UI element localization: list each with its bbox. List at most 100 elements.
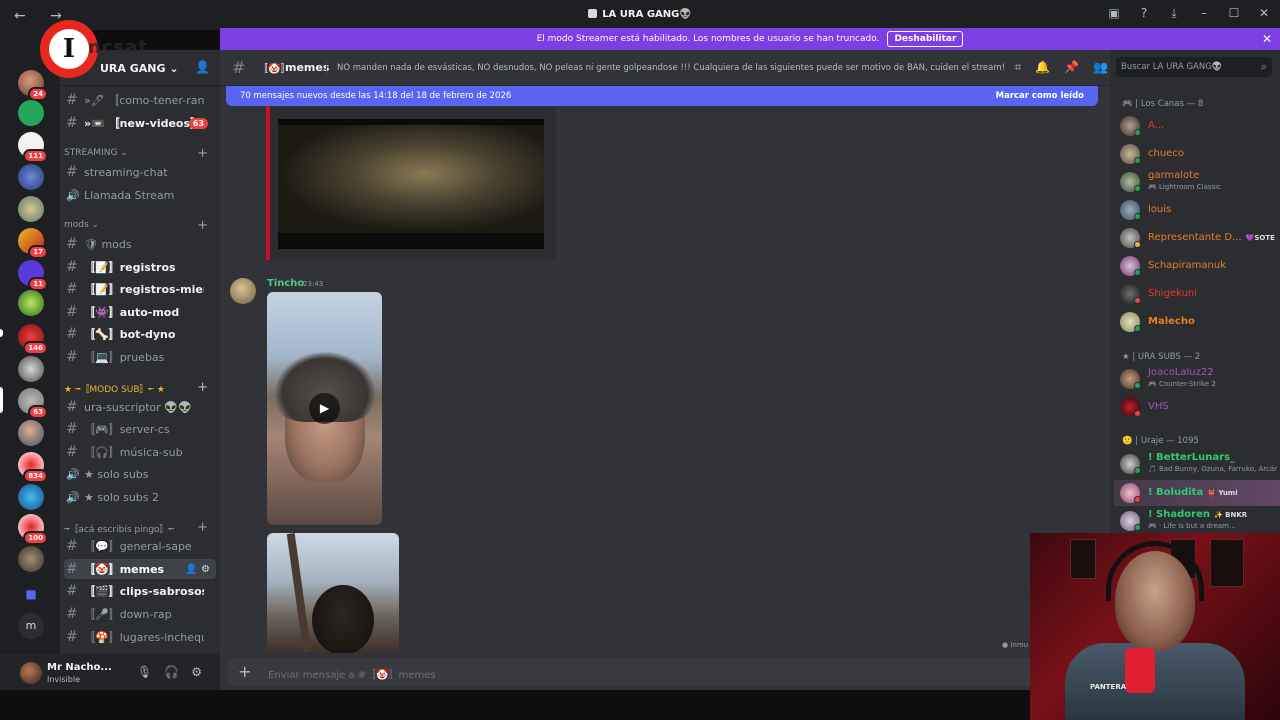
microphone-icon[interactable]: 🎙 xyxy=(137,665,152,679)
member-item[interactable]: ! Boludita 👹 Yumi xyxy=(1114,480,1280,506)
channel-clips-sabrosos[interactable]: ▸#〚🎬〛clips-sabrosos xyxy=(60,581,220,601)
channel-streaming-chat[interactable]: # streaming-chat xyxy=(60,162,220,182)
server-icon[interactable] xyxy=(18,196,44,222)
minimize-icon[interactable]: – xyxy=(1196,6,1212,21)
server-badge: 17 xyxy=(28,245,48,259)
member-name: ! Shadoren ✨ BNKR xyxy=(1148,509,1247,520)
message-input[interactable]: Enviar mensaje a #〚🤡〛memes xyxy=(268,666,436,681)
member-item[interactable]: garmalote 🎮 Lightroom Classic xyxy=(1120,169,1280,195)
member-item[interactable]: ! Shadoren ✨ BNKR 🎮 · Life is but a dream.… xyxy=(1120,508,1280,534)
add-channel-icon[interactable]: + xyxy=(197,146,208,161)
channel-general-sape[interactable]: # 〚💬〛general-sape xyxy=(60,536,220,556)
folder-icon[interactable]: ■ xyxy=(18,581,44,607)
server-icon[interactable] xyxy=(18,100,44,126)
member-item[interactable]: ! BetterLunars_ 🎵 Bad Bunny, Ozuna, Farru… xyxy=(1120,451,1280,477)
voice-channel-llamada-stream[interactable]: 🔊 Llamada Stream xyxy=(60,185,220,205)
user-avatar[interactable] xyxy=(20,662,42,684)
server-icon-selected[interactable]: 63 xyxy=(18,388,48,419)
channel-mods[interactable]: # 🛡 mods xyxy=(60,234,220,254)
server-icon[interactable]: 146 xyxy=(18,324,48,355)
close-window-icon[interactable]: ✕ xyxy=(1256,6,1272,21)
member-item[interactable]: JoacoLaluz22 🎮 Counter-Strike 2 xyxy=(1120,366,1280,392)
member-item[interactable]: Schapiramanuk xyxy=(1120,253,1280,279)
member-item[interactable]: Shigekuni xyxy=(1120,281,1280,307)
server-letter-icon[interactable]: m xyxy=(18,613,44,639)
member-item[interactable]: chueco xyxy=(1120,141,1280,167)
server-icon[interactable]: 111 xyxy=(18,132,48,163)
channel-registros-miembros[interactable]: ▸#〚📝〛registros-miem... xyxy=(60,279,220,299)
voice-channel-solo-subs-2[interactable]: 🔊 ★ solo subs 2 xyxy=(60,487,220,507)
member-name: Malecho xyxy=(1148,316,1195,327)
server-icon[interactable] xyxy=(18,290,44,316)
server-icon[interactable]: 11 xyxy=(18,260,48,291)
channel-server-cs[interactable]: # 〚🎮〛server-cs xyxy=(60,419,220,439)
image-attachment[interactable] xyxy=(267,533,399,653)
threads-icon[interactable]: ⌗ xyxy=(1014,60,1021,75)
server-icon[interactable]: 834 xyxy=(18,452,48,483)
add-member-icon[interactable]: 👤 xyxy=(195,60,210,74)
server-icon[interactable] xyxy=(18,356,44,382)
channel-label: »🖊 〚como-tener-rang... xyxy=(84,94,204,107)
mark-as-read-button[interactable]: Marcar como leído xyxy=(996,91,1084,101)
voice-channel-solo-subs[interactable]: 🔊 ★ solo subs xyxy=(60,464,220,484)
video-embed[interactable] xyxy=(266,106,556,260)
add-channel-icon[interactable]: + xyxy=(197,380,208,395)
member-item[interactable]: A... xyxy=(1120,113,1280,139)
server-badge: 834 xyxy=(23,469,48,483)
author-avatar[interactable] xyxy=(230,278,256,304)
channel-musica-sub[interactable]: # 〚🎧〛música-sub xyxy=(60,442,220,462)
gear-icon[interactable]: ⚙ xyxy=(191,665,202,679)
channel-down-rap[interactable]: # 〚🎤〛down-rap xyxy=(60,604,220,624)
user-name[interactable]: Mr Nacho... xyxy=(47,662,112,673)
add-attachment-icon[interactable]: + xyxy=(238,662,251,681)
category-modo-sub[interactable]: ★ ╼〚MODO SUB〛╾ ★ + xyxy=(64,380,216,398)
members-icon[interactable]: 👥 xyxy=(1093,60,1108,75)
headphones-icon[interactable]: 🎧 xyxy=(164,665,179,679)
message-author[interactable]: Tincho xyxy=(267,278,304,289)
channel-new-videos[interactable]: ▸#»📼 〚new-videos〛63 xyxy=(60,113,220,133)
channel-memes[interactable]: ▸#〚🤡〛memes👤 ⚙ xyxy=(64,559,216,579)
add-channel-icon[interactable]: + xyxy=(197,218,208,233)
channel-bot-dyno[interactable]: ▸#〚🦴〛bot-dyno xyxy=(60,324,220,344)
server-icon[interactable] xyxy=(18,164,44,190)
pin-icon[interactable]: 📌 xyxy=(1064,60,1079,75)
channel-settings-icons[interactable]: 👤 ⚙ xyxy=(185,564,210,575)
server-icon[interactable]: 17 xyxy=(18,228,48,259)
channel-pruebas[interactable]: # 〚💻〛pruebas xyxy=(60,347,220,367)
bell-icon[interactable]: 🔔 xyxy=(1035,60,1050,75)
server-icon[interactable] xyxy=(18,420,44,446)
close-banner-icon[interactable]: ✕ xyxy=(1262,32,1272,46)
channel-auto-mod[interactable]: ▸#〚👾〛auto-mod xyxy=(60,302,220,322)
server-icon[interactable] xyxy=(18,484,44,510)
member-item[interactable]: Representante D... 💜SOTE xyxy=(1120,225,1280,251)
disable-streamer-button[interactable]: Deshabilitar xyxy=(887,31,964,47)
server-badge: 63 xyxy=(28,405,48,419)
channel-como-tener-rango[interactable]: # »🖊 〚como-tener-rang... xyxy=(60,90,220,110)
new-messages-bar[interactable]: 70 mensajes nuevos desde las 14:18 del 1… xyxy=(226,86,1098,106)
status-online xyxy=(1134,382,1141,389)
inbox-icon[interactable]: ▣ xyxy=(1106,6,1122,21)
wall-poster xyxy=(1070,539,1096,579)
member-item[interactable]: Malecho xyxy=(1120,309,1280,335)
server-icon[interactable] xyxy=(18,546,44,572)
video-attachment[interactable]: ▶ xyxy=(267,292,382,525)
help-icon[interactable]: ? xyxy=(1136,6,1152,21)
channel-topic[interactable]: NO manden nada de esvásticas, NO desnudo… xyxy=(337,63,1005,73)
maximize-icon[interactable]: ☐ xyxy=(1226,6,1242,21)
member-item[interactable]: louis xyxy=(1120,197,1280,223)
channel-label: 〚💻〛pruebas xyxy=(84,351,165,364)
channel-registros[interactable]: ▸#〚📝〛registros xyxy=(60,257,220,277)
message-composer[interactable]: + Enviar mensaje a #〚🤡〛memes 🎁 ▤ xyxy=(228,658,1102,686)
member-name: A... xyxy=(1148,120,1165,131)
server-icon[interactable]: 100 xyxy=(18,514,48,545)
channel-ura-suscriptor[interactable]: # ura-suscriptor 👽👽 xyxy=(60,397,220,417)
play-icon[interactable]: ▶ xyxy=(309,393,340,424)
server-icon[interactable]: 24 xyxy=(18,70,48,101)
add-channel-icon[interactable]: + xyxy=(197,520,208,535)
member-item[interactable]: VHS xyxy=(1120,394,1280,420)
search-input[interactable]: Buscar LA URA GANG👽 ⌕ xyxy=(1116,57,1272,77)
download-icon[interactable]: ⤓ xyxy=(1166,6,1182,21)
channel-lugares[interactable]: # 〚🍄〛lugares-inchequ... xyxy=(60,627,220,647)
embed-video[interactable] xyxy=(278,119,544,249)
window-title-text: LA URA GANG👽 xyxy=(602,9,692,20)
